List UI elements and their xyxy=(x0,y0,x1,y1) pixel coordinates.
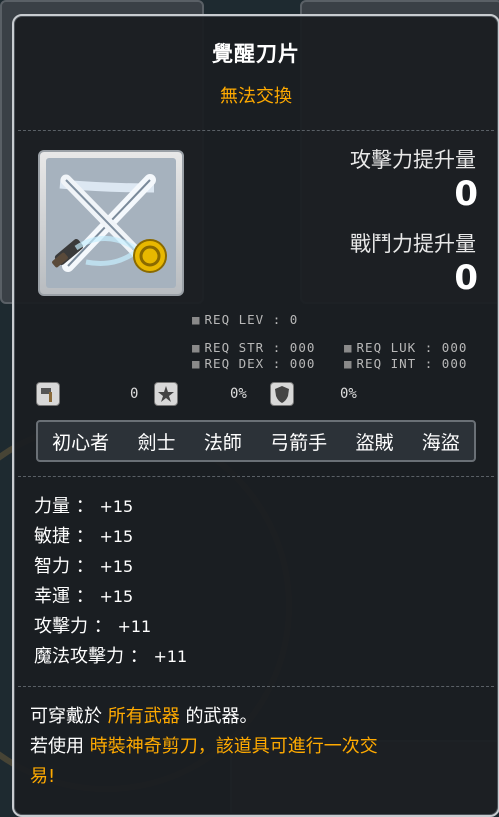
stat-luk: 幸運 ： +15 xyxy=(34,586,134,607)
description-line-1: 可穿戴於 所有武器 的武器。 xyxy=(30,706,258,727)
shield-value: 0% xyxy=(340,386,357,402)
description-line-3: 易! xyxy=(30,766,56,787)
item-tooltip: 覺醒刀片 無法交換 攻擊力提升量 0 戰鬥力提升量 0 ■ REQ LEV : 0… xyxy=(12,14,499,817)
job-magician: 法師 xyxy=(203,431,242,454)
stat-attack: 攻擊力 ： +11 xyxy=(34,616,152,637)
req-dex: ■ REQ DEX : 000 xyxy=(192,356,316,371)
combat-increase-label: 戰鬥力提升量 xyxy=(350,232,476,256)
job-list: 初心者 劍士 法師 弓箭手 盜賊 海盜 xyxy=(36,420,476,462)
req-str: ■ REQ STR : 000 xyxy=(192,340,316,355)
attack-increase-value: 0 xyxy=(454,174,478,214)
req-luk: ■ REQ LUK : 000 xyxy=(344,340,468,355)
stat-str: 力量 ： +15 xyxy=(34,496,134,517)
upgrade-value: 0 xyxy=(130,386,139,402)
job-pirate: 海盜 xyxy=(421,431,460,454)
req-int: ■ REQ INT : 000 xyxy=(344,356,468,371)
item-icon-frame xyxy=(38,150,184,296)
attack-increase-label: 攻擊力提升量 xyxy=(350,148,476,172)
combat-increase-value: 0 xyxy=(454,258,478,298)
job-warrior: 劍士 xyxy=(137,431,176,454)
divider xyxy=(18,476,494,477)
trade-status: 無法交換 xyxy=(220,86,292,107)
star-force-icon xyxy=(154,382,178,406)
item-name: 覺醒刀片 xyxy=(212,42,300,66)
stat-dex: 敏捷 ： +15 xyxy=(34,526,134,547)
star-force-value: 0% xyxy=(230,386,247,402)
stat-magic-attack: 魔法攻擊力 ： +11 xyxy=(34,646,188,667)
upgrade-hammer-icon xyxy=(36,382,60,406)
req-lev: ■ REQ LEV : 0 xyxy=(192,312,299,327)
divider xyxy=(18,130,494,131)
job-beginner: 初心者 xyxy=(52,431,110,454)
item-description: 可穿戴於 所有武器 的武器。 若使用 時裝神奇剪刀，該道具可進行一次交 易! xyxy=(30,702,484,792)
job-bowman: 弓箭手 xyxy=(270,431,328,454)
job-thief: 盜賊 xyxy=(355,431,394,454)
description-line-2: 若使用 時裝神奇剪刀，該道具可進行一次交 xyxy=(30,736,378,757)
blade-weapon-icon xyxy=(52,174,167,273)
shield-icon xyxy=(270,382,294,406)
stat-int: 智力 ： +15 xyxy=(34,556,134,577)
divider xyxy=(18,686,494,687)
